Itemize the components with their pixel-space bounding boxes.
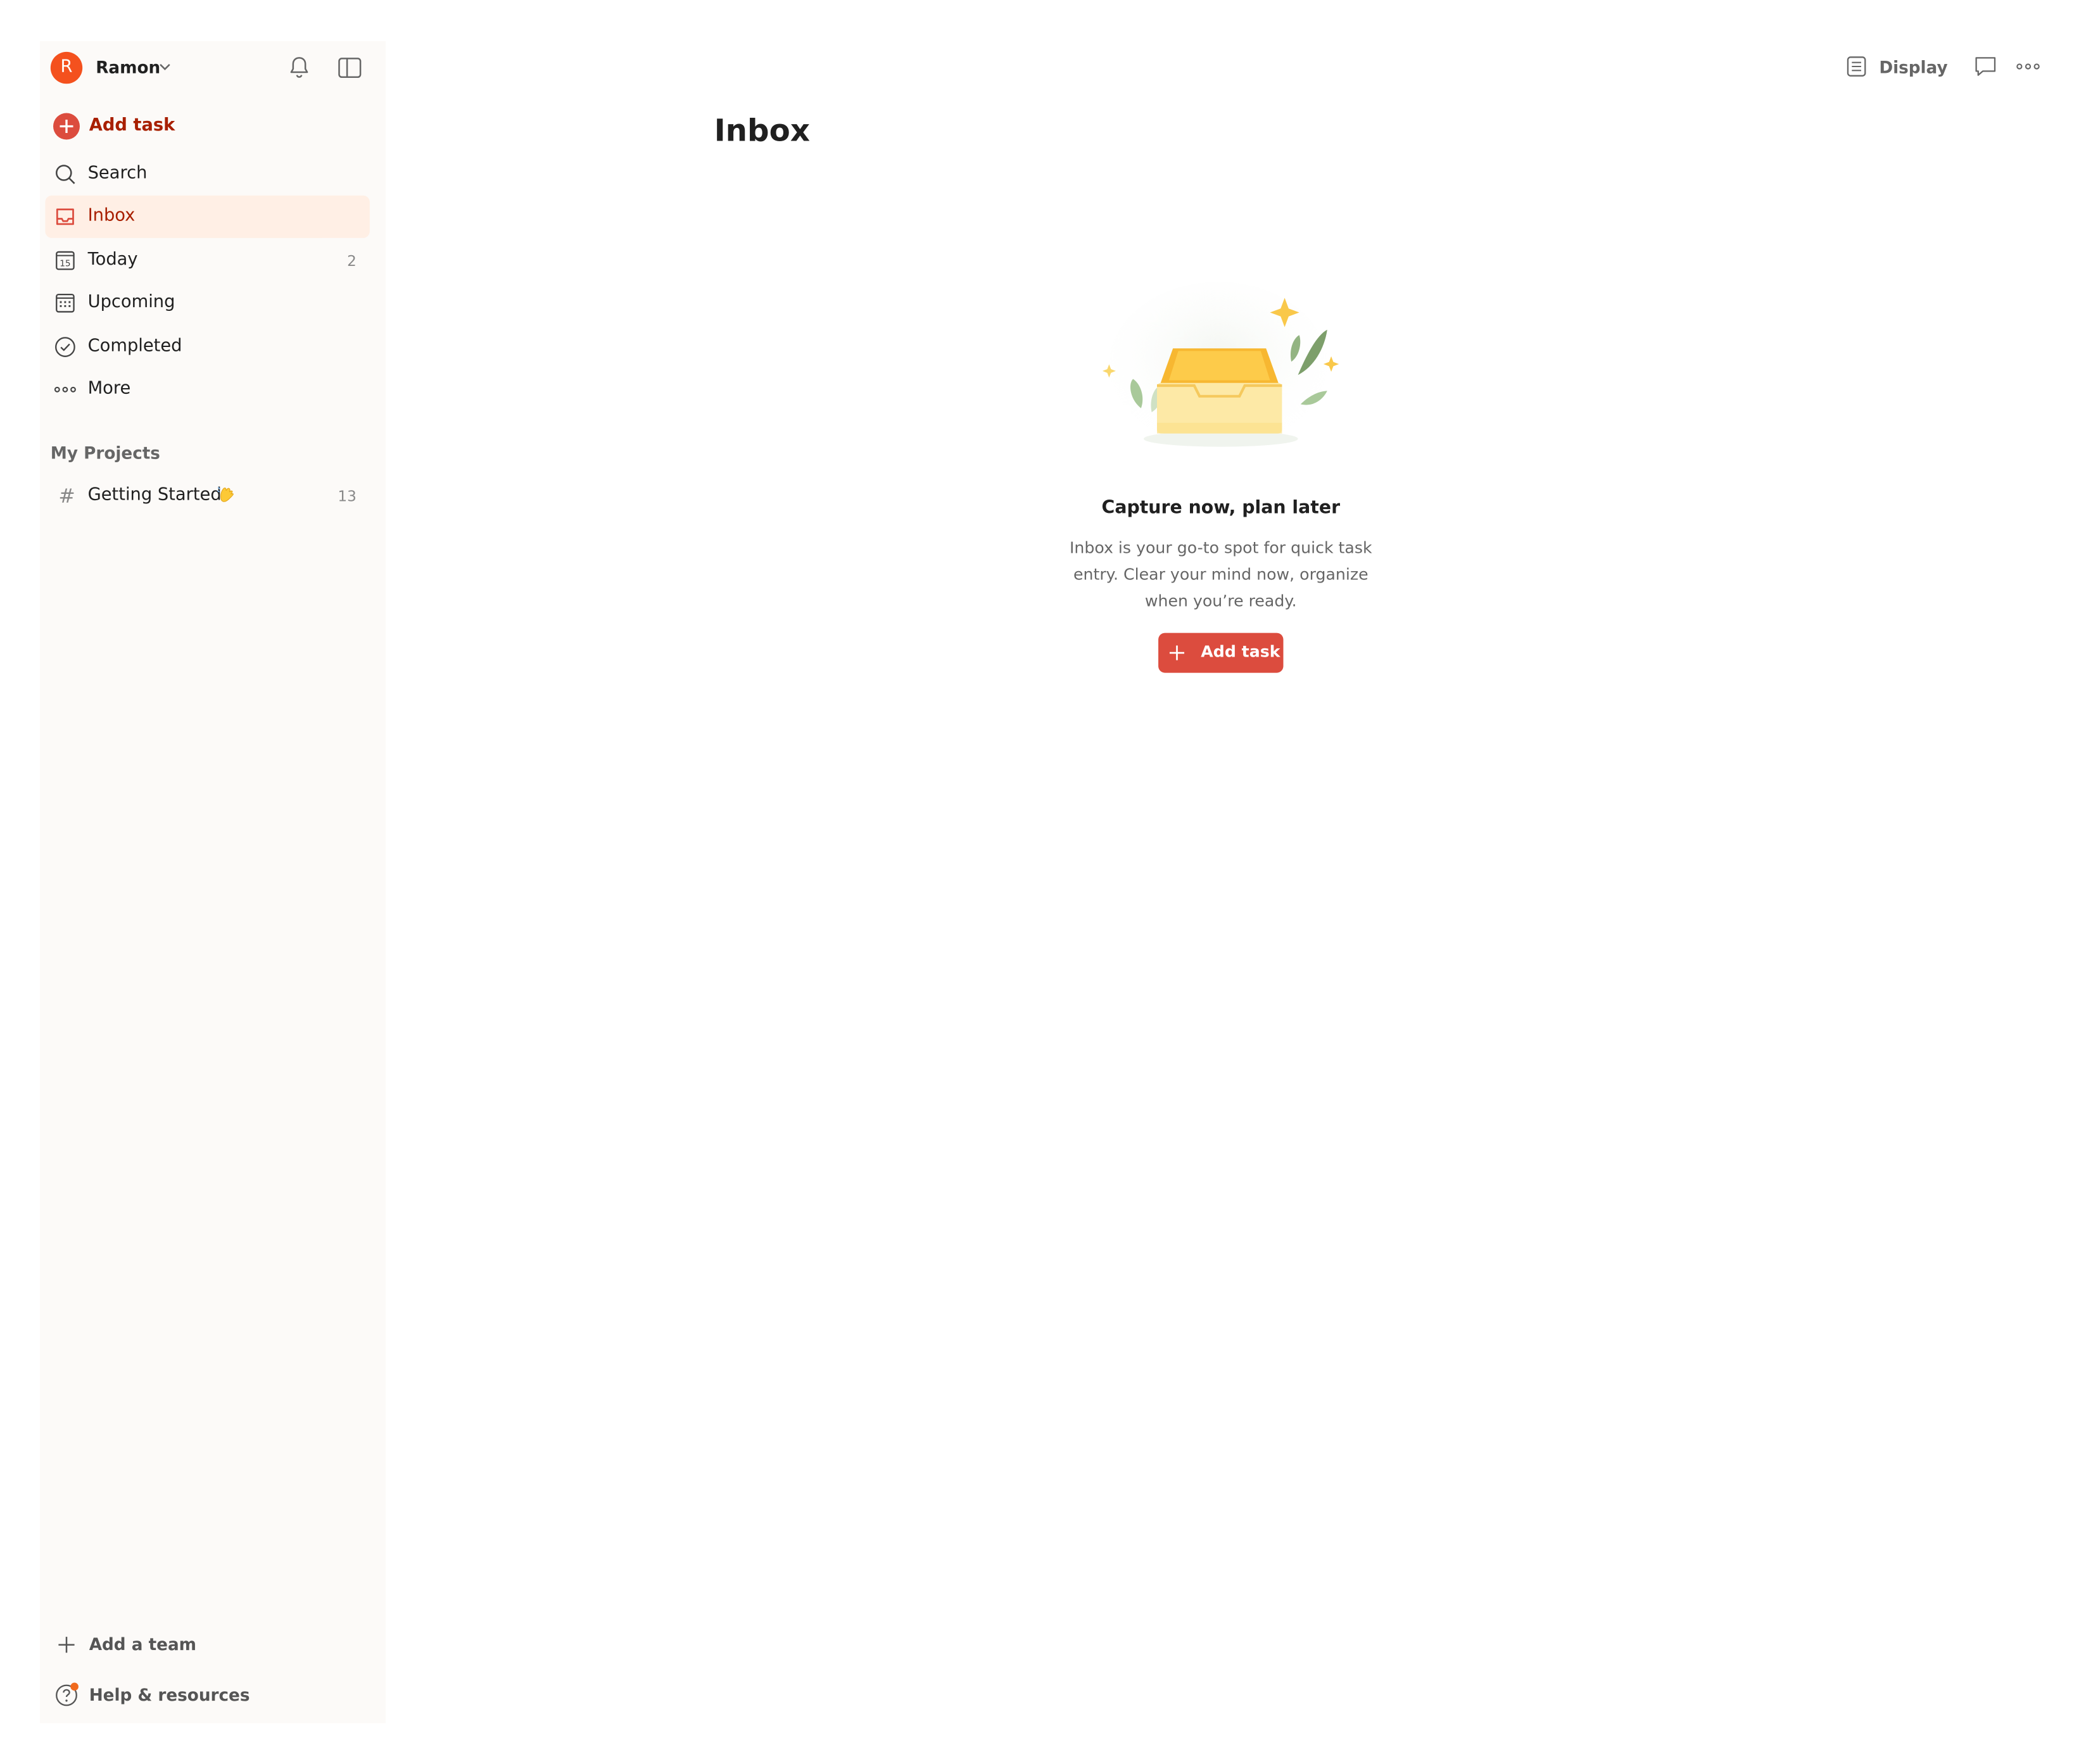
sidebar-item-upcoming[interactable]: Upcoming [45, 282, 369, 325]
add-circle-icon [53, 113, 80, 140]
bell-icon[interactable] [284, 53, 313, 82]
inbox-tray-illustration [1102, 282, 1339, 447]
sidebar-item-completed[interactable]: Completed [45, 325, 369, 368]
empty-add-task-button[interactable]: Add task [1158, 633, 1284, 673]
sidebar-header: R Ramon [50, 51, 375, 84]
empty-state-title: Capture now, plan later [1101, 497, 1341, 519]
sidebar-item-label: Today [87, 249, 138, 270]
display-button[interactable]: Display [1845, 54, 1948, 79]
sidebar: R Ramon Add task Search Inbox 15 Today 2… [39, 41, 386, 1723]
my-projects-heading[interactable]: My Projects [51, 443, 160, 463]
calendar-today-icon: 15 [56, 251, 75, 270]
user-name[interactable]: Ramon [96, 57, 160, 77]
add-task-button[interactable]: Add task [51, 110, 370, 145]
help-resources-button[interactable]: Help & resources [51, 1677, 370, 1711]
more-options-icon[interactable] [2014, 53, 2041, 80]
task-count: 2 [347, 252, 357, 270]
sidebar-item-more[interactable]: More [45, 369, 369, 411]
add-task-label: Add task [1201, 642, 1280, 661]
plus-icon [1169, 645, 1185, 660]
inbox-icon [56, 209, 74, 226]
comment-icon[interactable] [1971, 53, 1998, 80]
help-icon [56, 1682, 79, 1706]
search-icon [55, 165, 75, 184]
task-count: 13 [338, 488, 357, 505]
sidebar-item-inbox[interactable]: Inbox [45, 196, 370, 239]
sidebar-item-label: More [87, 379, 131, 399]
help-resources-label: Help & resources [89, 1684, 250, 1705]
add-team-label: Add a team [89, 1634, 197, 1654]
add-team-button[interactable]: Add a team [51, 1626, 370, 1661]
check-circle-icon [55, 336, 75, 357]
sidebar-item-label: Inbox [87, 206, 136, 227]
sidebar-item-label: Upcoming [87, 293, 175, 313]
chevron-down-icon[interactable] [157, 58, 173, 74]
page-title: Inbox [714, 114, 810, 149]
project-item-getting-started[interactable]: # Getting Started 13 [45, 475, 369, 517]
view-toolbar: Display [1845, 52, 2041, 81]
hash-icon: # [58, 484, 75, 508]
sidebar-nav: Search Inbox 15 Today 2 Upcoming Complet… [45, 153, 370, 411]
project-name: Getting Started [87, 485, 222, 505]
waving-hand-icon [217, 487, 234, 502]
display-label: Display [1879, 56, 1948, 77]
display-icon [1847, 56, 1866, 77]
add-task-label: Add task [89, 115, 175, 136]
avatar[interactable]: R [50, 51, 83, 84]
empty-state-description: Inbox is your go-to spot for quick task … [1069, 538, 1372, 610]
calendar-date-text: 15 [60, 258, 70, 268]
sidebar-item-today[interactable]: 15 Today 2 [45, 239, 369, 282]
sidebar-item-label: Search [87, 163, 148, 184]
more-dots-icon [54, 386, 76, 393]
sidebar-item-search[interactable]: Search [45, 153, 369, 195]
sidebar-item-label: Completed [87, 336, 182, 356]
calendar-grid-icon [56, 294, 75, 313]
plus-icon [58, 1637, 75, 1653]
app-window: R Ramon Add task Search Inbox 15 Today 2… [0, 0, 2086, 1764]
sidebar-toggle-icon[interactable] [335, 53, 364, 82]
